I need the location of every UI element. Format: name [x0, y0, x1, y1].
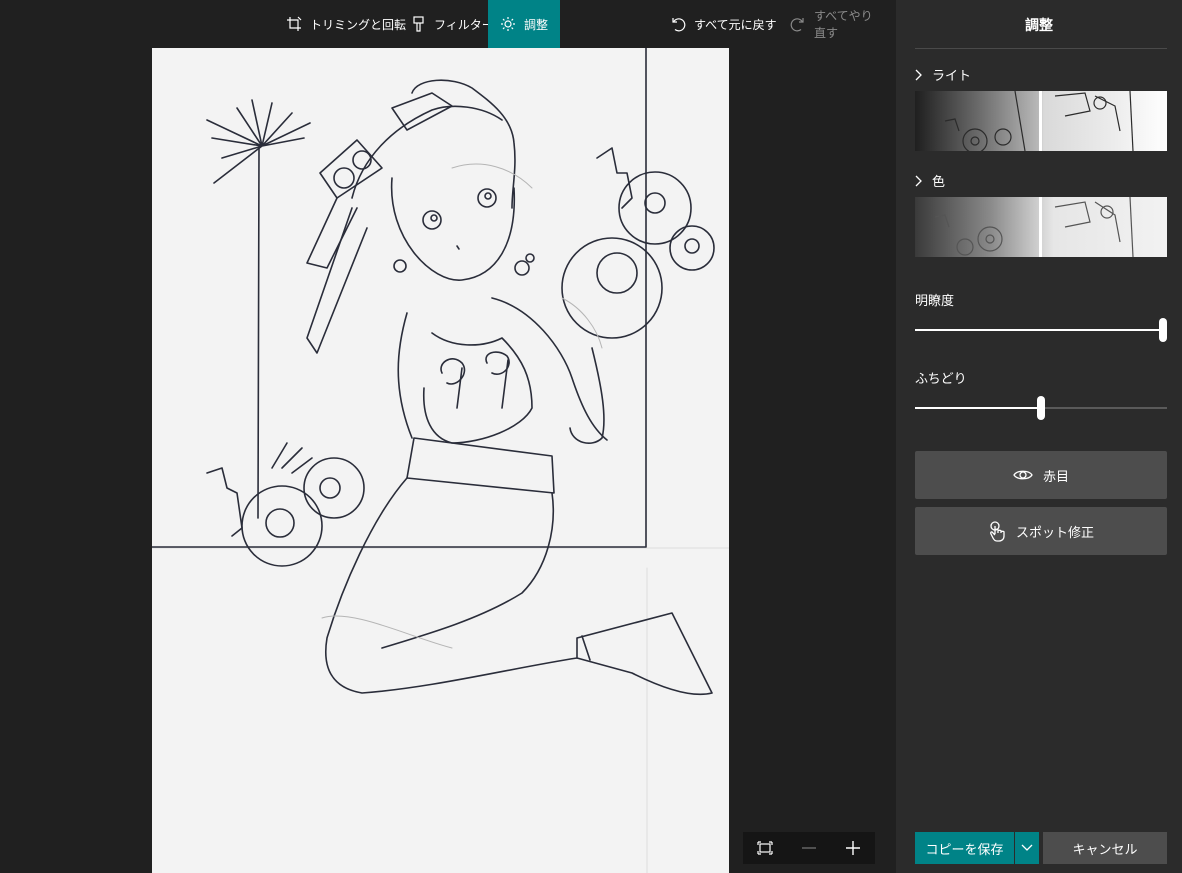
- vignette-thumb[interactable]: [1037, 396, 1045, 420]
- save-options-dropdown[interactable]: [1015, 832, 1039, 864]
- undo-all-button[interactable]: すべて元に戻す: [658, 0, 789, 48]
- fit-screen-button[interactable]: [745, 832, 785, 864]
- filter-label: フィルター: [434, 17, 494, 32]
- redo-all-label: すべてやり直す: [814, 9, 873, 40]
- cancel-button[interactable]: キャンセル: [1043, 832, 1167, 864]
- red-eye-button[interactable]: 赤目: [915, 451, 1167, 499]
- zoom-in-button[interactable]: [833, 832, 873, 864]
- crop-rotate-button[interactable]: トリミングと回転: [274, 0, 418, 48]
- cancel-label: キャンセル: [1072, 842, 1138, 858]
- plus-icon: [846, 841, 860, 855]
- light-section-label: ライト: [932, 69, 972, 84]
- crop-rotate-icon: [287, 16, 302, 31]
- vignette-slider[interactable]: [915, 396, 1167, 420]
- undo-icon: [672, 18, 686, 32]
- panel-divider: [915, 48, 1167, 49]
- adjust-label: 調整: [524, 17, 549, 32]
- chevron-down-icon: [1021, 844, 1033, 851]
- spot-fix-button[interactable]: スポット修正: [915, 507, 1167, 555]
- minus-icon: [802, 847, 816, 849]
- filter-brush-icon: [413, 16, 424, 32]
- color-slider-preview[interactable]: [915, 197, 1167, 257]
- crop-rotate-label: トリミングと回転: [310, 17, 407, 32]
- zoom-controls: [743, 832, 875, 864]
- canvas-area: トリミングと回転 フィルター 調整 すべて元に戻す すべてやり直す: [0, 0, 896, 873]
- save-copy-label: コピーを保存: [925, 842, 1004, 858]
- top-toolbar: トリミングと回転 フィルター 調整 すべて元に戻す すべてやり直す: [0, 0, 896, 48]
- color-value-marker[interactable]: [1039, 197, 1042, 257]
- vignette-fill: [915, 407, 1041, 409]
- color-section-label: 色: [932, 175, 946, 190]
- red-eye-label: 赤目: [1042, 469, 1069, 485]
- undo-all-label: すべて元に戻す: [694, 17, 777, 32]
- light-slider-preview[interactable]: [915, 91, 1167, 151]
- clarity-label: 明瞭度: [915, 294, 955, 309]
- light-section-toggle[interactable]: ライト: [915, 65, 971, 84]
- redo-all-button[interactable]: すべてやり直す: [778, 0, 896, 48]
- adjust-button[interactable]: 調整: [488, 0, 560, 48]
- spot-fix-label: スポット修正: [1015, 525, 1094, 541]
- chevron-right-icon: [915, 175, 922, 186]
- chevron-right-icon: [915, 69, 922, 80]
- save-copy-button[interactable]: コピーを保存: [915, 832, 1014, 864]
- panel-title: 調整: [1025, 18, 1053, 34]
- sun-icon: [501, 17, 515, 31]
- touch-hand-icon: [990, 521, 1005, 542]
- adjust-panel: 調整 ライト 色 明瞭度 ふちどり 赤目 スポット修正 コピーを保存 キャンセル: [896, 0, 1182, 873]
- color-section-toggle[interactable]: 色: [915, 171, 945, 190]
- photo-preview[interactable]: [152, 48, 729, 873]
- fit-screen-icon: [757, 841, 773, 855]
- vignette-label: ふちどり: [915, 372, 967, 387]
- eye-icon: [1013, 470, 1033, 480]
- clarity-slider[interactable]: [915, 318, 1167, 342]
- redo-icon: [790, 18, 804, 32]
- light-value-marker[interactable]: [1039, 91, 1042, 151]
- clarity-thumb[interactable]: [1159, 318, 1167, 342]
- sketch-illustration: [152, 48, 729, 873]
- zoom-out-button[interactable]: [789, 832, 829, 864]
- clarity-fill: [915, 329, 1163, 331]
